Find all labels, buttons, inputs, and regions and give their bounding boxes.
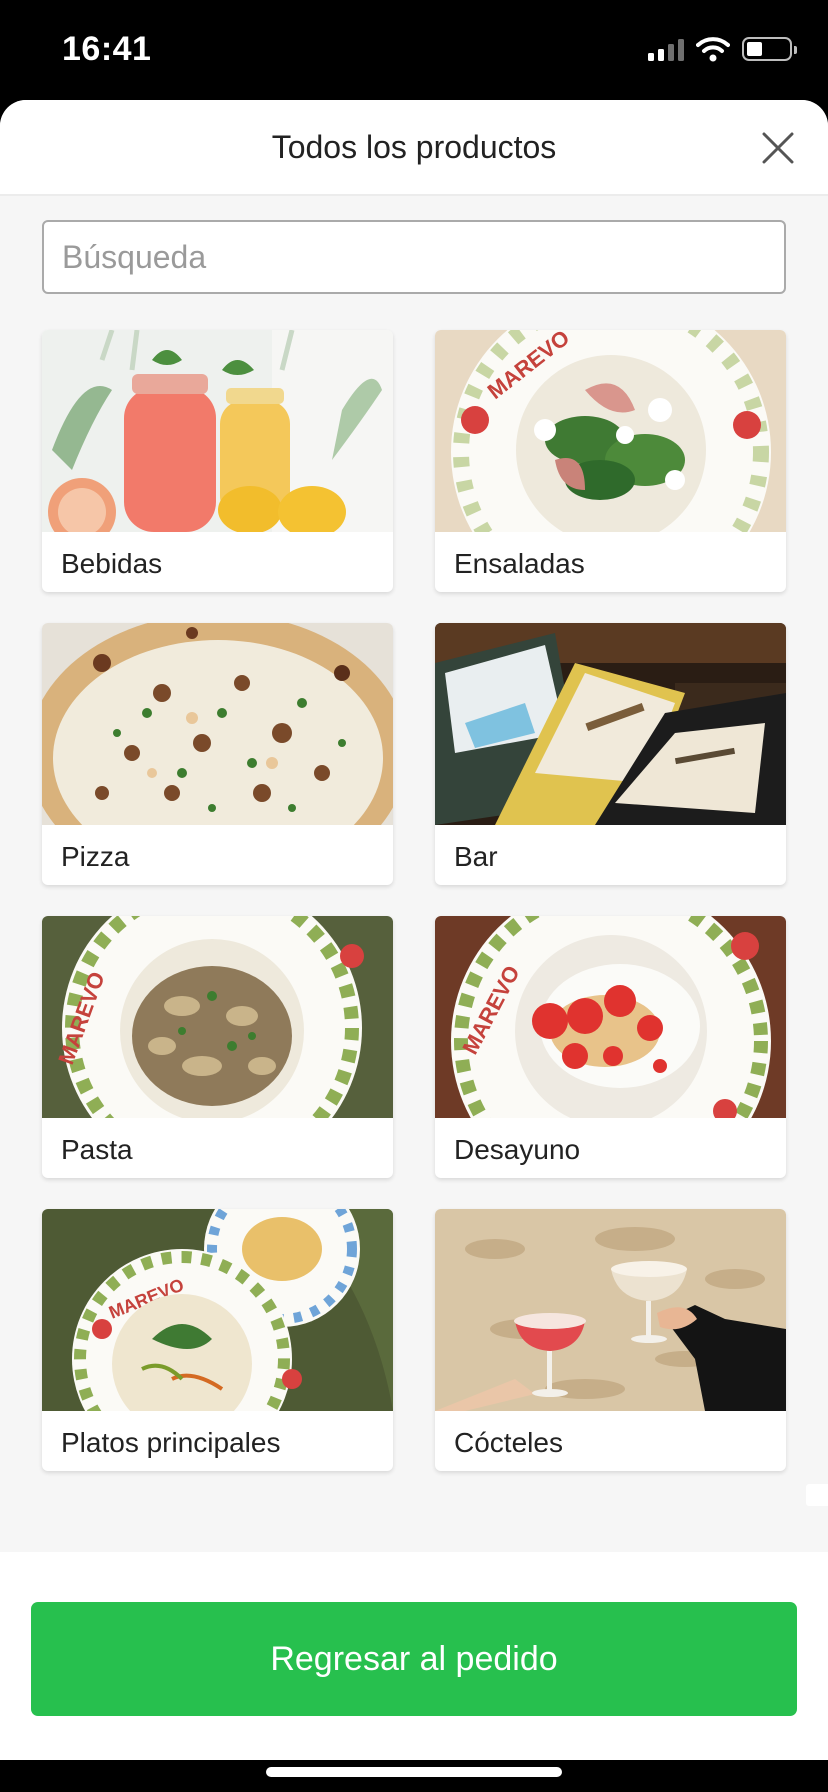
status-time: 16:41 [62, 30, 152, 68]
category-label: Bar [454, 841, 498, 872]
category-label: Platos principales [61, 1427, 281, 1458]
cocktail-glasses-image [435, 1209, 786, 1411]
battery-icon [742, 37, 797, 61]
category-card-platos-principales[interactable]: MAREVO Platos principales [42, 1209, 393, 1471]
category-label: Bebidas [61, 548, 163, 579]
home-indicator-area [0, 1760, 828, 1792]
edge-tab [806, 1484, 828, 1506]
category-card-pasta[interactable]: MAREVO Pasta [42, 916, 393, 1178]
search-input[interactable] [42, 220, 786, 294]
category-card-cocteles[interactable]: Cócteles [435, 1209, 786, 1471]
category-card-bar[interactable]: Bar [435, 623, 786, 885]
salad-plate-image: MAREVO [435, 330, 786, 532]
products-sheet: Todos los productos Búsqueda Bebidas MAR… [0, 100, 828, 1760]
category-label: Cócteles [454, 1427, 563, 1458]
category-card-bebidas[interactable]: Bebidas [42, 330, 393, 592]
category-card-ensaladas[interactable]: MAREVO Ensaladas [435, 330, 786, 592]
category-label: Pasta [61, 1134, 133, 1165]
close-button[interactable] [758, 128, 798, 168]
category-card-desayuno[interactable]: MAREVO Desayuno [435, 916, 786, 1178]
wifi-icon [696, 37, 730, 62]
pizza-image [42, 623, 393, 825]
category-label: Ensaladas [454, 548, 585, 579]
category-card-pizza[interactable]: Pizza [42, 623, 393, 885]
wine-bottles-image [435, 623, 786, 825]
lemonade-jars-image [42, 330, 393, 532]
status-bar: 16:41 [0, 0, 828, 100]
back-to-order-button[interactable]: Regresar al pedido [31, 1602, 797, 1716]
sheet-header: Todos los productos [0, 100, 828, 196]
sheet-title: Todos los productos [271, 129, 557, 165]
soup-plates-image: MAREVO [42, 1209, 393, 1411]
breakfast-plate-image: MAREVO [435, 916, 786, 1118]
pasta-plate-image: MAREVO [42, 916, 393, 1118]
category-label: Pizza [61, 841, 130, 872]
status-icons [648, 34, 797, 64]
close-icon [762, 132, 794, 164]
category-label: Desayuno [454, 1134, 581, 1165]
cellular-signal-icon [648, 37, 684, 61]
bottom-bar: Regresar al pedido [0, 1552, 828, 1760]
home-indicator[interactable] [266, 1767, 562, 1777]
